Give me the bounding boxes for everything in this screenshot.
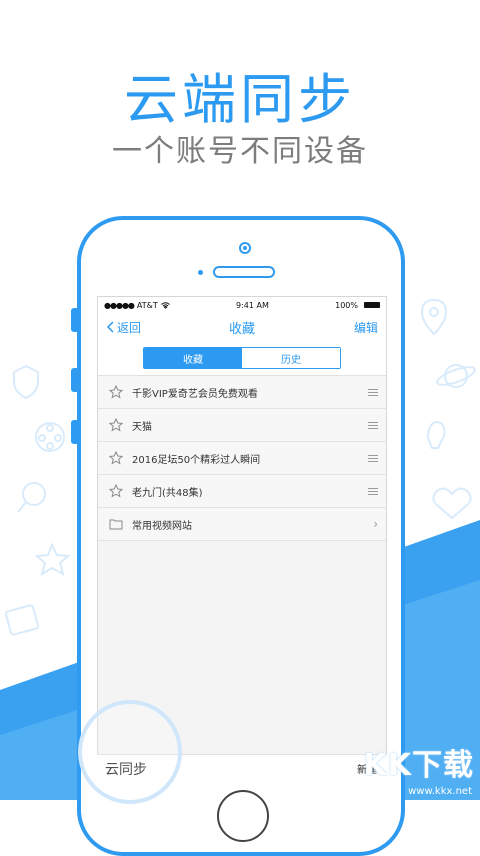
highlight-circle: [78, 700, 182, 804]
list-item[interactable]: 天猫: [98, 409, 386, 442]
folder-icon: [108, 516, 124, 532]
watermark-logo: KK下载: [363, 748, 474, 783]
list-item[interactable]: 常用视频网站 ›: [98, 508, 386, 541]
status-time: 9:41 AM: [236, 300, 269, 310]
list-item[interactable]: 2016足坛50个精彩过人瞬间: [98, 442, 386, 475]
drag-handle-icon[interactable]: [368, 487, 378, 495]
drag-handle-icon[interactable]: [368, 421, 378, 429]
drag-handle-icon[interactable]: [368, 454, 378, 462]
wifi-icon: [160, 301, 170, 309]
home-button: [217, 790, 269, 842]
status-bar: ●●●●● AT&T 9:41 AM 100%: [98, 297, 386, 313]
drag-handle-icon[interactable]: [368, 388, 378, 396]
list-item[interactable]: 千影VIP爱奇艺会员免费观看: [98, 376, 386, 409]
page-title: 收藏: [228, 321, 255, 337]
battery-icon: [363, 302, 380, 308]
sensor-dot: [198, 270, 203, 275]
chevron-left-icon: [106, 321, 114, 333]
back-button[interactable]: 返回: [106, 319, 141, 336]
battery-label: 100%: [335, 300, 358, 310]
carrier-label: AT&T: [136, 300, 158, 310]
subline: 一个账号不同设备: [112, 134, 368, 169]
list-item-label: 2016足坛50个精彩过人瞬间: [132, 454, 261, 466]
star-icon: [108, 384, 124, 400]
list-item-label: 天猫: [132, 421, 152, 433]
list-item-label: 老九门(共48集): [132, 487, 203, 499]
list-item-label: 常用视频网站: [132, 520, 192, 532]
list-item[interactable]: 老九门(共48集): [98, 475, 386, 508]
watermark-url: www.kkx.net: [408, 786, 472, 797]
favorites-list: 千影VIP爱奇艺会员免费观看 天猫 2016足坛50个精彩过人瞬间 老九门(共4…: [98, 376, 386, 541]
star-icon: [108, 483, 124, 499]
camera-icon: [239, 242, 251, 254]
nav-bar: 返回 收藏 编辑: [98, 313, 386, 341]
watermark: KK下载 www.kkx.net: [358, 740, 478, 800]
list-item-label: 千影VIP爱奇艺会员免费观看: [132, 388, 258, 400]
phone-screen: ●●●●● AT&T 9:41 AM 100% 返回 收藏 编辑 收藏 历史 千…: [97, 296, 387, 766]
back-label: 返回: [117, 320, 142, 335]
tab-history[interactable]: 历史: [242, 348, 340, 368]
speaker-grille: [213, 266, 275, 278]
chevron-right-icon: ›: [373, 517, 378, 531]
star-icon: [108, 450, 124, 466]
tab-favorites[interactable]: 收藏: [144, 348, 242, 368]
edit-button[interactable]: 编辑: [354, 319, 378, 336]
segmented-control-wrap: 收藏 历史: [98, 341, 386, 376]
star-icon: [108, 417, 124, 433]
segmented-control: 收藏 历史: [143, 347, 341, 369]
headline: 云端同步: [124, 68, 356, 131]
signal-icon: ●●●●●: [104, 300, 135, 310]
